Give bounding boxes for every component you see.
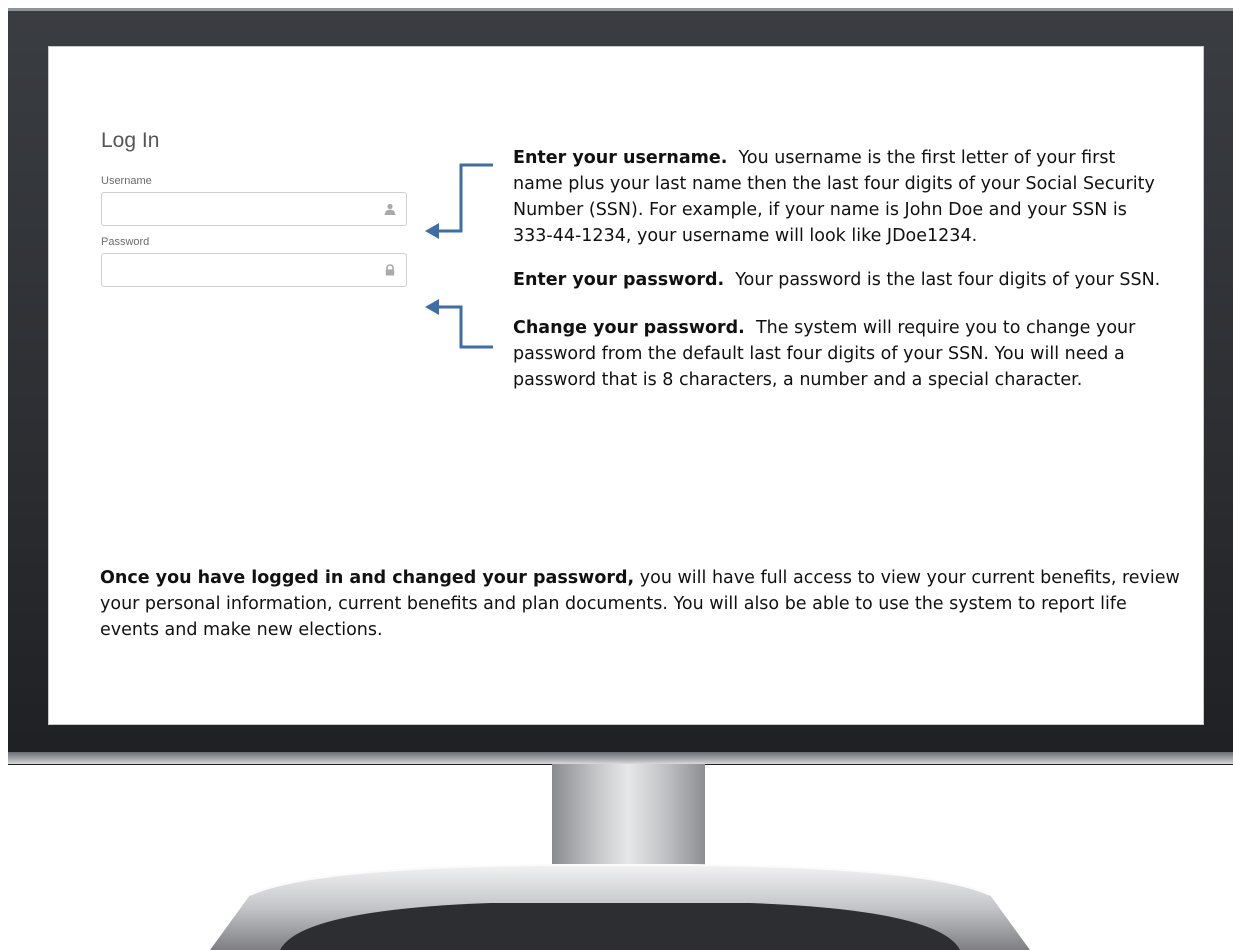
- login-form: Log In Username Password: [101, 129, 411, 297]
- password-instruction-text: Your password is the last four digits of…: [735, 270, 1161, 290]
- change-password-heading: Change your password.: [513, 318, 745, 338]
- instructions-panel: Enter your username. You username is the…: [513, 145, 1163, 393]
- username-arrow-icon: [425, 163, 493, 239]
- login-title: Log In: [101, 129, 160, 152]
- username-input[interactable]: [108, 194, 382, 226]
- password-field-box: [101, 253, 407, 287]
- username-instruction: Enter your username. You username is the…: [513, 145, 1163, 249]
- monitor-screen: Log In Username Password Enter your user…: [48, 46, 1204, 725]
- password-instruction: Enter your password. Your password is th…: [513, 267, 1163, 293]
- username-field-box: [101, 192, 407, 226]
- monitor-bezel-edge: [8, 752, 1233, 764]
- user-icon: [384, 203, 396, 215]
- username-instruction-heading: Enter your username.: [513, 148, 728, 168]
- summary-heading: Once you have logged in and changed your…: [100, 568, 635, 588]
- monitor-stand-base: [210, 864, 1030, 950]
- summary-paragraph: Once you have logged in and changed your…: [100, 565, 1190, 643]
- change-password-instruction: Change your password. The system will re…: [513, 315, 1163, 393]
- password-label: Password: [101, 236, 150, 248]
- password-instruction-heading: Enter your password.: [513, 270, 725, 290]
- password-input[interactable]: [108, 255, 382, 287]
- username-label: Username: [101, 175, 152, 187]
- lock-icon: [385, 264, 395, 276]
- password-arrow-icon: [425, 299, 493, 349]
